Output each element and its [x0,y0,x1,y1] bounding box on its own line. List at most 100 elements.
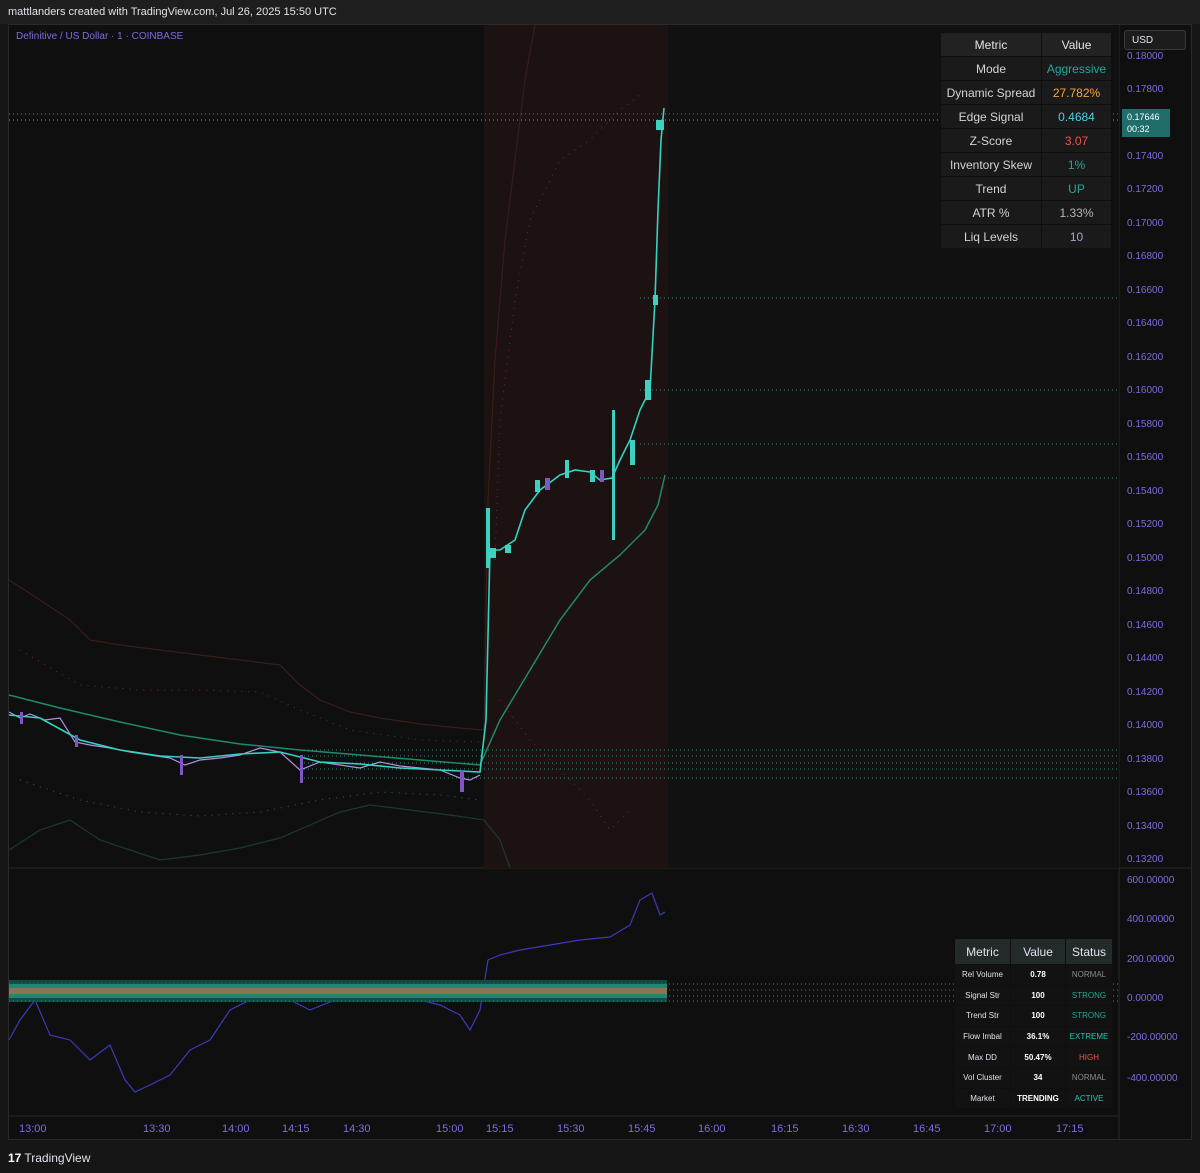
price-axis-label: 0.14800 [1127,586,1164,597]
osc-histogram [9,980,667,1002]
price-axis-label: 0.16600 [1127,285,1164,296]
time-axis-label: 14:30 [343,1123,371,1135]
status-header-metric: Metric [954,938,1011,965]
symbol-info[interactable]: Definitive / US Dollar · 1 · COINBASE [16,31,183,42]
price-axis-label: 0.16800 [1127,251,1164,262]
status-row: Signal Str 100 STRONG [954,984,1113,1007]
metrics-row: Mode Aggressive [940,56,1112,81]
osc-axis-label: -400.00000 [1127,1073,1178,1084]
metric-value: 27.782% [1041,80,1112,105]
metric-name: Liq Levels [940,224,1042,249]
time-axis-label: 16:30 [842,1123,870,1135]
metric-name: Edge Signal [940,104,1042,129]
metrics-row: ATR % 1.33% [940,200,1112,225]
tradingview-logo-icon: 17 [8,1151,22,1165]
status-badge: STRONG [1065,984,1113,1007]
pump-zone-shade [484,25,668,868]
metric-name: Dynamic Spread [940,80,1042,105]
price-axis-label: 0.15600 [1127,452,1164,463]
price-axis-label: 0.16000 [1127,385,1164,396]
currency-button[interactable]: USD [1124,30,1186,50]
status-row: Rel Volume 0.78 NORMAL [954,964,1113,986]
price-axis-label: 0.17400 [1127,151,1164,162]
symbol-quote: US Dollar [65,31,109,42]
status-row: Flow Imbal 36.1% EXTREME [954,1025,1113,1048]
price-axis-label: 0.16400 [1127,318,1164,329]
status-metric-name: Trend Str [954,1005,1011,1027]
price-axis-label: 0.14200 [1127,687,1164,698]
metric-name: Z-Score [940,128,1042,153]
time-axis-label: 14:15 [282,1123,310,1135]
time-axis-label: 16:15 [771,1123,799,1135]
price-axis-label: 0.13200 [1127,854,1164,865]
time-axis-label: 13:00 [19,1123,47,1135]
price-axis-label: 0.17200 [1127,184,1164,195]
osc-axis-label: 400.00000 [1127,914,1175,925]
status-metric-value: 100 [1010,1005,1066,1027]
metrics-row: Liq Levels 10 [940,224,1112,249]
status-header-status: Status [1065,938,1113,965]
price-axis-label: 0.16200 [1127,352,1164,363]
tradingview-logo[interactable]: 17 TradingView [8,1151,90,1165]
metric-value: 1% [1041,152,1112,177]
status-table: Metric Value Status Rel Volume 0.78 NORMAL… [954,938,1113,1110]
metrics-row: Trend UP [940,176,1112,201]
metrics-table: Metric Value Mode Aggressive Dynamic Sprea… [940,32,1112,249]
price-axis-label: 0.15800 [1127,419,1164,430]
time-axis-label: 15:45 [628,1123,656,1135]
metric-value: 0.4684 [1041,104,1112,129]
metrics-row: Z-Score 3.07 [940,128,1112,153]
last-price-tag: 0.17646 00:32 [1122,109,1170,137]
metric-name: Trend [940,176,1042,201]
price-axis-label: 0.15000 [1127,553,1164,564]
status-metric-name: Rel Volume [954,964,1011,986]
status-header-value: Value [1010,938,1066,965]
time-axis-label: 14:00 [222,1123,250,1135]
time-axis-label: 17:15 [1056,1123,1084,1135]
metric-value: Aggressive [1041,56,1112,81]
price-axis-label: 0.13600 [1127,787,1164,798]
time-axis-label: 16:00 [698,1123,726,1135]
status-metric-name: Max DD [954,1046,1011,1068]
price-axis-label: 0.14600 [1127,620,1164,631]
price-axis-label: 0.15400 [1127,486,1164,497]
osc-axis-label: 600.00000 [1127,875,1175,886]
symbol-name: Definitive [16,31,58,42]
metrics-row: Inventory Skew 1% [940,152,1112,177]
status-badge: NORMAL [1065,964,1113,986]
lower-envelope [8,804,511,869]
status-metric-name: Flow Imbal [954,1025,1011,1048]
status-row: Vol Cluster 34 NORMAL [954,1066,1113,1089]
bar-countdown: 00:32 [1127,124,1150,134]
status-metric-value: 0.78 [1010,964,1066,986]
bottom-bar [0,1141,1200,1173]
status-metric-value: 100 [1010,984,1066,1007]
price-axis-label: 0.18000 [1127,51,1164,62]
metric-value: 1.33% [1041,200,1112,225]
time-axis-label: 13:30 [143,1123,171,1135]
metric-name: ATR % [940,200,1042,225]
metrics-row: Edge Signal 0.4684 [940,104,1112,129]
brand-text: TradingView [24,1151,91,1165]
symbol-exchange: COINBASE [131,31,184,42]
time-axis-label: 15:15 [486,1123,514,1135]
metric-name: Mode [940,56,1042,81]
status-badge: NORMAL [1065,1066,1113,1089]
metrics-header-value: Value [1041,32,1112,57]
status-badge: EXTREME [1065,1025,1113,1048]
status-badge: STRONG [1065,1005,1113,1027]
status-metric-value: 50.47% [1010,1046,1066,1068]
osc-axis-label: 200.00000 [1127,954,1175,965]
price-axis-label: 0.17000 [1127,218,1164,229]
osc-axis-label: 0.00000 [1127,993,1164,1004]
metric-name: Inventory Skew [940,152,1042,177]
status-metric-value: 36.1% [1010,1025,1066,1048]
time-axis-label: 17:00 [984,1123,1012,1135]
metric-value: 3.07 [1041,128,1112,153]
status-metric-value: 34 [1010,1066,1066,1089]
upper-envelope [8,24,536,731]
status-row: Max DD 50.47% HIGH [954,1046,1113,1068]
price-axis-label: 0.17800 [1127,84,1164,95]
price-axis-label: 0.14000 [1127,720,1164,731]
status-metric-name: Vol Cluster [954,1066,1011,1089]
